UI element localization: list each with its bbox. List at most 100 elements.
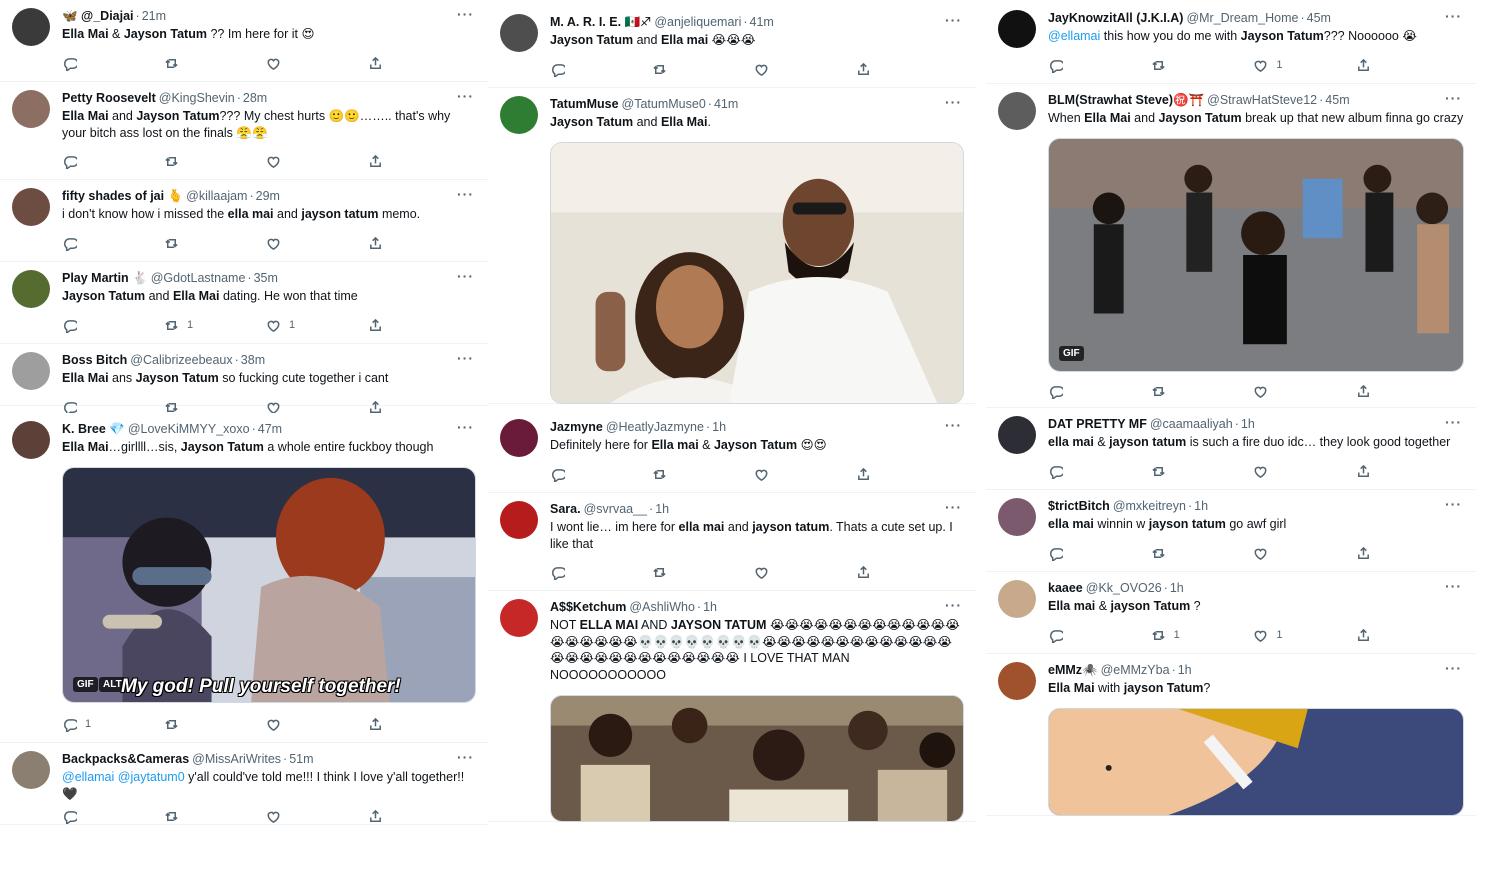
reply-button[interactable] <box>1048 462 1108 480</box>
user-handle[interactable]: @KingShevin <box>159 91 235 105</box>
tweet[interactable]: K. Bree 💎 @LoveKiMMYY_xoxo · 47m ··· Ella Mai… <box>0 413 488 743</box>
tweet[interactable]: JayKnowzitAll (J.K.I.A) @Mr_Dream_Home · 45… <box>986 2 1476 84</box>
reply-button[interactable] <box>1048 56 1108 74</box>
share-button[interactable] <box>1356 544 1416 562</box>
reply-button[interactable] <box>550 465 610 483</box>
reply-button[interactable] <box>62 316 122 334</box>
tweet-media[interactable] <box>550 142 964 404</box>
user-handle[interactable]: @AshliWho <box>629 600 695 614</box>
timestamp[interactable]: 1h <box>1170 581 1184 595</box>
timestamp[interactable]: 1h <box>1194 499 1208 513</box>
more-icon[interactable]: ··· <box>457 6 474 22</box>
timestamp[interactable]: 1h <box>1241 417 1255 431</box>
tweet[interactable]: BLM(Strawhat Steve)㊗️⛩️ @StrawHatSteve12 ·… <box>986 84 1476 408</box>
tweet[interactable]: Boss Bitch @Calibrizeebeaux · 38m ··· Ella Ma… <box>0 344 488 415</box>
share-button[interactable] <box>1356 382 1416 400</box>
tweet[interactable]: Jazmyne @HeatlyJazmyne · 1h ··· Definitely he… <box>488 411 976 493</box>
share-button[interactable] <box>368 234 428 252</box>
display-name[interactable]: kaaee <box>1048 581 1083 595</box>
timestamp[interactable]: 1h <box>1178 663 1192 677</box>
avatar[interactable] <box>12 270 50 308</box>
tweet[interactable]: DAT PRETTY MF @caamaaliyah · 1h ··· ella mai … <box>986 408 1476 490</box>
retweet-button[interactable] <box>164 234 224 252</box>
tweet[interactable]: fifty shades of jai 🫰 @killaajam · 29m ··· i … <box>0 180 488 262</box>
share-button[interactable] <box>368 316 428 334</box>
timestamp[interactable]: 1h <box>703 600 717 614</box>
share-button[interactable] <box>368 54 428 72</box>
tweet-media[interactable] <box>550 695 964 822</box>
more-icon[interactable]: ··· <box>945 499 962 515</box>
timestamp[interactable]: 29m <box>256 189 280 203</box>
more-icon[interactable]: ··· <box>945 12 962 28</box>
more-icon[interactable]: ··· <box>1445 660 1462 676</box>
avatar[interactable] <box>998 662 1036 700</box>
retweet-button[interactable] <box>164 807 224 825</box>
display-name[interactable]: Petty Roosevelt <box>62 91 156 105</box>
avatar[interactable] <box>998 416 1036 454</box>
more-icon[interactable]: ··· <box>457 186 474 202</box>
more-icon[interactable]: ··· <box>945 417 962 433</box>
avatar[interactable] <box>12 8 50 46</box>
timestamp[interactable]: 38m <box>241 353 265 367</box>
tweet[interactable]: Backpacks&Cameras @MissAriWrites · 51m ··· @e… <box>0 743 488 825</box>
reply-button[interactable] <box>62 807 122 825</box>
like-button[interactable] <box>266 234 326 252</box>
display-name[interactable]: $trictBitch <box>1048 499 1110 513</box>
more-icon[interactable]: ··· <box>945 597 962 613</box>
more-icon[interactable]: ··· <box>1445 8 1462 24</box>
avatar[interactable] <box>998 580 1036 618</box>
more-icon[interactable]: ··· <box>1445 578 1462 594</box>
timestamp[interactable]: 47m <box>258 422 282 436</box>
like-button[interactable] <box>754 465 814 483</box>
reply-button[interactable] <box>1048 544 1108 562</box>
reply-button[interactable] <box>62 234 122 252</box>
user-handle[interactable]: @LoveKiMMYY_xoxo <box>128 422 250 436</box>
share-button[interactable] <box>368 807 428 825</box>
display-name[interactable]: 🦋 @_Diajai <box>62 9 134 23</box>
retweet-button[interactable] <box>164 715 224 733</box>
display-name[interactable]: BLM(Strawhat Steve)㊗️⛩️ <box>1048 93 1204 107</box>
share-button[interactable] <box>856 465 916 483</box>
retweet-button[interactable] <box>652 60 712 78</box>
display-name[interactable]: Backpacks&Cameras <box>62 752 189 766</box>
retweet-button[interactable] <box>1151 462 1211 480</box>
like-button[interactable]: 1 <box>266 316 326 334</box>
display-name[interactable]: JayKnowzitAll (J.K.I.A) <box>1048 11 1183 25</box>
more-icon[interactable]: ··· <box>945 94 962 110</box>
share-button[interactable] <box>1356 462 1416 480</box>
tweet[interactable]: A$$Ketchum @AshliWho · 1h ··· NOT ELLA MAI AN… <box>488 591 976 822</box>
user-handle[interactable]: @StrawHatSteve12 <box>1207 93 1317 107</box>
reply-button[interactable] <box>62 54 122 72</box>
retweet-button[interactable] <box>164 152 224 170</box>
share-button[interactable] <box>368 152 428 170</box>
user-handle[interactable]: @caamaaliyah <box>1150 417 1233 431</box>
more-icon[interactable]: ··· <box>457 419 474 435</box>
tweet-media[interactable]: GIF <box>1048 138 1464 372</box>
avatar[interactable] <box>12 188 50 226</box>
like-button[interactable] <box>266 807 326 825</box>
user-handle[interactable]: @mxkeitreyn <box>1113 499 1186 513</box>
like-button[interactable]: 1 <box>1253 56 1313 74</box>
timestamp[interactable]: 21m <box>142 9 166 23</box>
share-button[interactable] <box>856 60 916 78</box>
timestamp[interactable]: 35m <box>254 271 278 285</box>
display-name[interactable]: M. A. R. I. E. 🇲🇽♐ <box>550 15 651 29</box>
avatar[interactable] <box>500 419 538 457</box>
retweet-button[interactable] <box>1151 544 1211 562</box>
user-handle[interactable]: @Calibrizeebeaux <box>130 353 232 367</box>
tweet[interactable]: Sara. @svrvaa__ · 1h ··· I wont lie… im here … <box>488 493 976 591</box>
tweet[interactable]: Petty Roosevelt @KingShevin · 28m ··· Ella Ma… <box>0 82 488 180</box>
retweet-button[interactable] <box>164 54 224 72</box>
user-handle[interactable]: @eMMzYba <box>1101 663 1170 677</box>
avatar[interactable] <box>12 751 50 789</box>
display-name[interactable]: TatumMuse <box>550 97 619 111</box>
tweet[interactable]: 🦋 @_Diajai · 21m ··· Ella Mai & Jayson Tatum… <box>0 0 488 82</box>
user-handle[interactable]: @TatumMuse0 <box>622 97 706 111</box>
avatar[interactable] <box>12 90 50 128</box>
retweet-button[interactable]: 1 <box>164 316 224 334</box>
retweet-button[interactable]: 1 <box>1151 626 1211 644</box>
like-button[interactable] <box>754 563 814 581</box>
tweet[interactable]: kaaee @Kk_OVO26 · 1h ··· Ella mai & jayson Ta… <box>986 572 1476 654</box>
user-handle[interactable]: @MissAriWrites <box>192 752 281 766</box>
mention-link[interactable]: @jaytatum0 <box>118 770 185 784</box>
